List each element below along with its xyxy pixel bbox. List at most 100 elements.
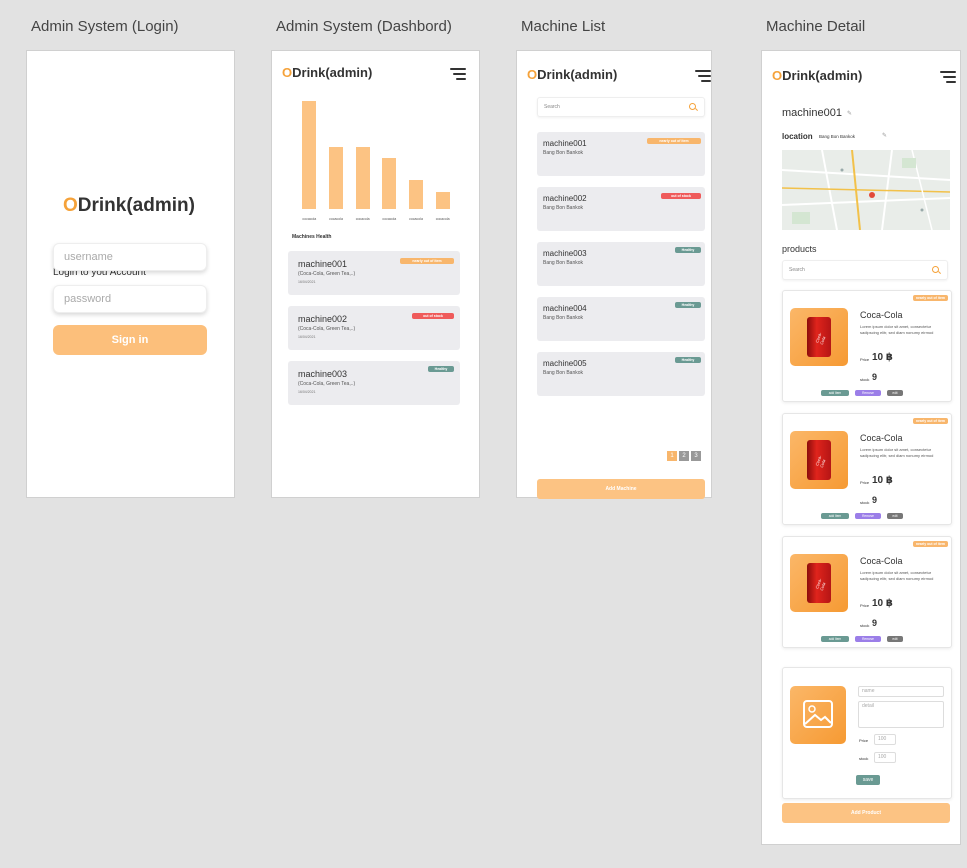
- location-map[interactable]: [782, 150, 950, 230]
- detail-frame-title: Machine Detail: [766, 18, 866, 35]
- edit-button[interactable]: edit: [887, 636, 903, 642]
- product-stock: 9: [872, 618, 878, 628]
- menu-icon[interactable]: [940, 71, 956, 83]
- product-price: 10 ฿: [872, 475, 893, 486]
- password-input[interactable]: password: [53, 285, 207, 313]
- machine-bar-chart: cocacola cocacola cocacola cocacola cocacola…: [296, 101, 456, 221]
- remove-button[interactable]: Remove: [855, 513, 881, 519]
- page-button-2[interactable]: 2: [679, 451, 689, 461]
- stock-label: stock: [860, 623, 870, 628]
- edit-name-icon[interactable]: ✎: [847, 110, 852, 117]
- search-input[interactable]: Search: [537, 97, 705, 117]
- product-description: Lorem ipsum dolor sit amet, consectetur …: [860, 447, 934, 458]
- edit-button[interactable]: edit: [887, 513, 903, 519]
- new-product-form: name detail Price 100 stock 100 save: [782, 667, 952, 799]
- machine-card[interactable]: machine003 Bang Bon Bankok Healthy: [537, 242, 705, 286]
- machine-card[interactable]: machine002 Bang Bon Bankok out of stock: [537, 187, 705, 231]
- chart-bar: [329, 147, 343, 209]
- product-image: Coca-Cola: [790, 554, 848, 612]
- brand-logo: ODrink(admin): [63, 195, 195, 216]
- status-badge: nearly out of item: [400, 258, 454, 264]
- machine-name: machine005: [543, 359, 587, 368]
- product-name-input[interactable]: name: [858, 686, 944, 697]
- page-button-3[interactable]: 3: [691, 451, 701, 461]
- coca-cola-can-icon: Coca-Cola: [807, 563, 831, 603]
- machine-detail-screen: ODrink(admin) machine001 ✎ location Bang…: [761, 50, 961, 845]
- chart-bar: [435, 191, 450, 209]
- product-name: Coca-Cola: [860, 433, 903, 443]
- price-input[interactable]: 100: [874, 734, 896, 745]
- health-card[interactable]: machine002 (Coca-Cola, Green Tea,..) 16/…: [288, 306, 460, 350]
- price-label: Price: [860, 480, 870, 485]
- add-item-button[interactable]: add Item: [821, 390, 849, 396]
- list-frame-title: Machine List: [521, 18, 606, 35]
- product-detail-input[interactable]: detail: [858, 701, 944, 728]
- chart-bar: [382, 158, 397, 209]
- health-card[interactable]: machine003 (Coca-Cola, Green Tea,..) 16/…: [288, 361, 460, 405]
- stock-badge: nearly out of item: [912, 295, 948, 301]
- machine-location: Bang Bon Bankok: [543, 370, 584, 376]
- machine-card[interactable]: machine001 Bang Bon Bankok nearly out of…: [537, 132, 705, 176]
- edit-button[interactable]: edit: [887, 390, 903, 396]
- stock-badge: nearly out of item: [912, 418, 948, 424]
- product-search-input[interactable]: Search: [782, 260, 948, 280]
- product-card[interactable]: nearly out of item Coca-Cola Coca-Cola L…: [782, 536, 952, 648]
- coca-cola-can-icon: Coca-Cola: [807, 440, 831, 480]
- brand-logo: ODrink(admin): [772, 68, 863, 83]
- remove-button[interactable]: Remove: [855, 390, 881, 396]
- dashboard-screen: ODrink(admin) cocacola cocacola cocacola co…: [271, 50, 480, 498]
- price-label: Price: [860, 603, 870, 608]
- machine-products: (Coca-Cola, Green Tea,..): [298, 271, 356, 277]
- product-description: Lorem ipsum dolor sit amet, consectetur …: [860, 324, 934, 335]
- price-label: Price: [860, 357, 870, 362]
- add-item-button[interactable]: add Item: [821, 636, 849, 642]
- username-input[interactable]: username: [53, 243, 207, 271]
- products-label: products: [782, 244, 817, 254]
- machine-name: machine003: [298, 369, 348, 379]
- search-icon[interactable]: [932, 266, 939, 273]
- menu-icon[interactable]: [695, 70, 711, 82]
- stock-badge: nearly out of item: [912, 541, 948, 547]
- product-card[interactable]: nearly out of item Coca-Cola Coca-Cola L…: [782, 413, 952, 525]
- status-badge: out of stock: [412, 313, 454, 319]
- machine-location: Bang Bon Bankok: [543, 260, 584, 266]
- machine-card[interactable]: machine005 Bang Bon Bankok Healthy: [537, 352, 705, 396]
- page-button-1[interactable]: 1: [667, 451, 677, 461]
- stock-label: stock: [860, 500, 870, 505]
- add-product-button[interactable]: Add Product: [782, 803, 950, 823]
- add-machine-button[interactable]: Add Machine: [537, 479, 705, 499]
- brand-logo: ODrink(admin): [527, 67, 618, 82]
- chart-tick-label: cocacola: [302, 217, 317, 221]
- chart-bar: [355, 147, 370, 209]
- health-card[interactable]: machine001 (Coca-Cola, Green Tea,..) 16/…: [288, 251, 460, 295]
- product-card[interactable]: nearly out of item Coca-Cola Coca-Cola L…: [782, 290, 952, 402]
- stock-label: stock: [859, 756, 869, 761]
- machine-products: (Coca-Cola, Green Tea,..): [298, 381, 356, 387]
- save-button[interactable]: save: [856, 775, 880, 785]
- brand-logo: ODrink(admin): [282, 65, 373, 80]
- machine-location: Bang Bon Bankok: [543, 205, 584, 211]
- chart-bar: [302, 101, 317, 209]
- remove-button[interactable]: Remove: [855, 636, 881, 642]
- machine-date: 16/04/2021: [298, 335, 316, 339]
- edit-location-icon[interactable]: ✎: [882, 132, 887, 139]
- status-badge: nearly out of item: [647, 138, 701, 144]
- search-icon[interactable]: [689, 103, 696, 110]
- product-description: Lorem ipsum dolor sit amet, consectetur …: [860, 570, 934, 581]
- machine-name: machine004: [543, 304, 587, 313]
- sign-in-button[interactable]: Sign in: [53, 325, 207, 355]
- machine-date: 16/04/2021: [298, 390, 316, 394]
- price-label: Price: [859, 738, 869, 743]
- product-name: Coca-Cola: [860, 556, 903, 566]
- login-frame-title: Admin System (Login): [31, 18, 179, 35]
- machine-list-screen: ODrink(admin) Search machine001 Bang Bon…: [516, 50, 712, 499]
- menu-icon[interactable]: [450, 68, 466, 80]
- machine-card[interactable]: machine004 Bang Bon Bankok Healthy: [537, 297, 705, 341]
- machine-name: machine002: [543, 194, 587, 203]
- add-item-button[interactable]: add Item: [821, 513, 849, 519]
- product-price: 10 ฿: [872, 598, 893, 609]
- image-upload[interactable]: [790, 686, 846, 744]
- stock-input[interactable]: 100: [874, 752, 896, 763]
- product-price: 10 ฿: [872, 352, 893, 363]
- machines-health-label: Machines Health: [292, 234, 332, 240]
